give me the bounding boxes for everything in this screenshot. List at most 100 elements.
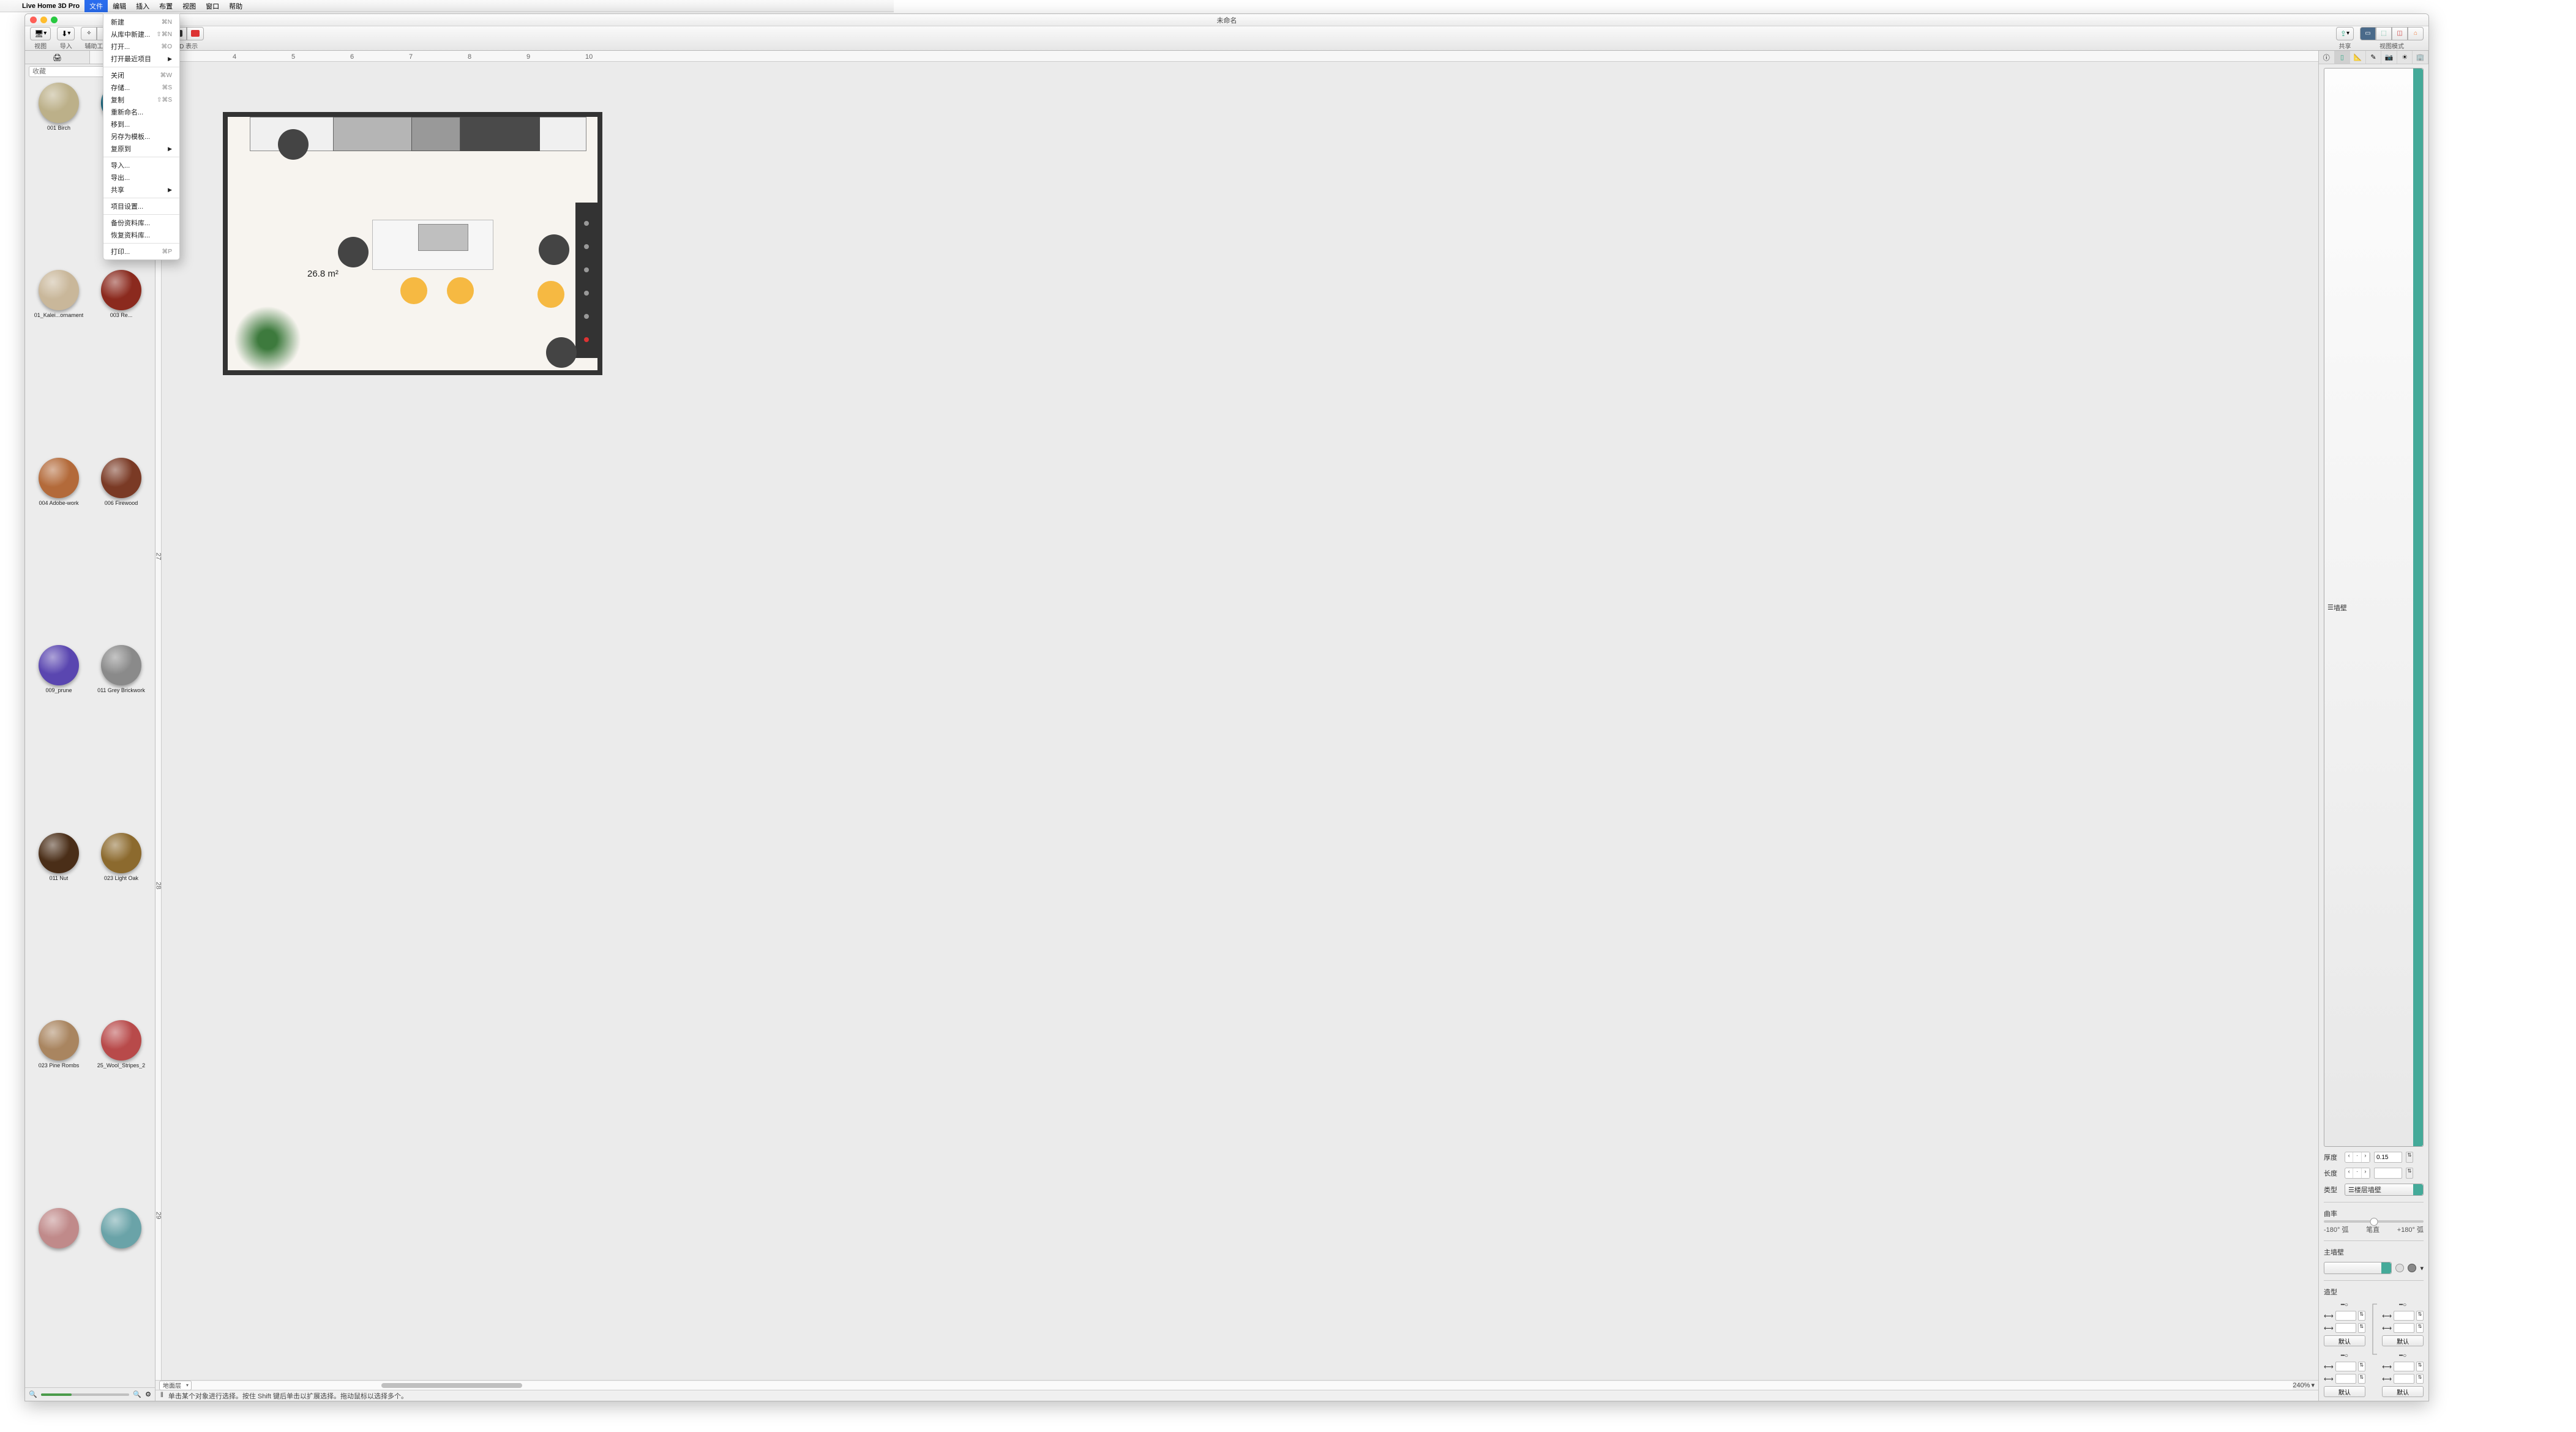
menu-item[interactable]: 导出... (103, 171, 179, 184)
length-stepper-mini[interactable]: ⇅ (2406, 1168, 2413, 1179)
sidebar-tab-library[interactable]: 🖨 (25, 51, 90, 64)
menu-item[interactable]: 关闭⌘W (103, 69, 179, 81)
shape-h1[interactable] (2335, 1323, 2356, 1333)
thumbnail-size-slider[interactable] (41, 1393, 130, 1396)
default-button-1[interactable]: 默认 (2324, 1335, 2365, 1346)
viewmode-2d[interactable]: ▭ (2360, 27, 2376, 40)
default-button-4[interactable]: 默认 (2382, 1386, 2424, 1397)
mini-stepper[interactable]: ⇅ (2416, 1374, 2424, 1384)
minimize-icon[interactable] (40, 17, 47, 23)
cabinet-hob[interactable] (411, 117, 460, 151)
menu-item[interactable]: 新建⌘N (103, 16, 179, 28)
thickness-input[interactable] (2374, 1152, 2402, 1163)
mini-stepper[interactable]: ⇅ (2416, 1362, 2424, 1371)
menu-item[interactable]: 另存为模板... (103, 130, 179, 143)
stool-dark[interactable] (338, 237, 369, 267)
material-item[interactable]: 01_Kalei...ornament (29, 270, 89, 453)
inspector-tab-light[interactable]: ☀ (2397, 51, 2413, 64)
inspector-tab-measure[interactable]: 📐 (2350, 51, 2366, 64)
material-item[interactable]: 004 Adobe-work (29, 458, 89, 641)
view-mode-button[interactable]: 🖥▾ (30, 27, 51, 40)
viewmode-3d[interactable]: ⬚ (2376, 27, 2392, 40)
shape-w3[interactable] (2335, 1362, 2356, 1371)
wall-type-select[interactable]: ☰ 墙壁 (2324, 68, 2424, 1147)
stool[interactable] (400, 277, 427, 304)
material-item[interactable]: 023 Light Oak (91, 833, 151, 1016)
mini-stepper[interactable]: ⇅ (2416, 1311, 2424, 1321)
mini-stepper[interactable]: ⇅ (2358, 1362, 2365, 1371)
menu-item[interactable]: 恢复资料库... (103, 229, 179, 241)
material-item[interactable]: 003 Re... (91, 270, 151, 453)
menu-item[interactable]: 复原到▶ (103, 143, 179, 155)
import-button[interactable]: ⬇▾ (57, 27, 75, 40)
status-handle-icon[interactable]: ⦀ (160, 1392, 163, 1400)
shape-top-left-icon[interactable]: ━○ (2324, 1302, 2365, 1308)
chevron-down-icon[interactable]: ▾ (2420, 1264, 2424, 1272)
material-item[interactable]: 011 Nut (29, 833, 89, 1016)
stool[interactable] (447, 277, 474, 304)
menu-item[interactable]: 存储...⌘S (103, 81, 179, 94)
sphere-a-icon[interactable] (2395, 1264, 2404, 1272)
menu-arrange[interactable]: 布置 (154, 0, 178, 12)
mini-stepper[interactable]: ⇅ (2358, 1374, 2365, 1384)
menu-item[interactable]: 移到... (103, 118, 179, 130)
inspector-tab-camera[interactable]: 📷 (2381, 51, 2397, 64)
zoom-dropdown-icon[interactable]: ▾ (2311, 1381, 2315, 1389)
zoom-in-icon[interactable]: 🔍 (133, 1390, 141, 1398)
zoom-out-icon[interactable]: 🔍 (29, 1390, 37, 1398)
length-input[interactable] (2374, 1168, 2402, 1179)
material-item[interactable] (91, 1208, 151, 1384)
cabinet-dark[interactable] (460, 117, 540, 151)
mini-stepper[interactable]: ⇅ (2358, 1323, 2365, 1333)
share-button[interactable]: ⇪▾ (2336, 27, 2354, 40)
menu-item[interactable]: 打开...⌘O (103, 40, 179, 53)
gear-icon[interactable]: ⚙ (145, 1390, 151, 1398)
shape-top-right-icon[interactable]: ━○ (2382, 1302, 2424, 1308)
material-item[interactable]: 011 Grey Brickwork (91, 645, 151, 829)
scroll-thumb[interactable] (381, 1383, 522, 1388)
material-item[interactable]: 023 Pine Rombs (29, 1020, 89, 1204)
curvature-slider[interactable] (2324, 1220, 2424, 1223)
shape-h3[interactable] (2335, 1374, 2356, 1384)
inspector-tab-edit[interactable]: ✎ (2366, 51, 2382, 64)
menu-item[interactable]: 重新命名... (103, 106, 179, 118)
aux-tool-1[interactable]: ✧ (81, 27, 97, 40)
tall-unit[interactable] (575, 203, 597, 358)
mini-stepper[interactable]: ⇅ (2358, 1311, 2365, 1321)
menu-item[interactable]: 项目设置... (103, 200, 179, 212)
stool-dark[interactable] (539, 234, 569, 265)
default-button-3[interactable]: 默认 (2324, 1386, 2365, 1397)
length-stepper[interactable]: ‹·› (2345, 1168, 2370, 1179)
close-icon[interactable] (30, 17, 37, 23)
menu-file[interactable]: 文件 (84, 0, 108, 12)
plant[interactable] (234, 306, 301, 373)
default-button-2[interactable]: 默认 (2382, 1335, 2424, 1346)
menu-item[interactable]: 打开最近项目▶ (103, 53, 179, 65)
wall-subtype-select[interactable]: ☰ 楼层墙壁 (2345, 1184, 2424, 1196)
room[interactable]: 26.8 m² (223, 112, 602, 375)
menu-item[interactable]: 复制⇧⌘S (103, 94, 179, 106)
menu-item[interactable]: 从库中新建...⇧⌘N (103, 28, 179, 40)
app-name[interactable]: Live Home 3D Pro (17, 2, 84, 10)
material-item[interactable]: 001 Birch (29, 83, 89, 266)
layer-select[interactable]: 地面层 (159, 1381, 192, 1390)
viewmode-walk[interactable]: ⌂ (2408, 27, 2424, 40)
viewmode-split[interactable]: ◫ (2392, 27, 2408, 40)
thickness-stepper-mini[interactable]: ⇅ (2406, 1152, 2413, 1163)
inspector-tab-building[interactable]: 🏢 (2413, 51, 2428, 64)
floorplan-canvas[interactable]: 26.8 m² (162, 62, 2318, 1380)
inspector-tab-wall[interactable]: ▯ (2335, 51, 2351, 64)
menu-item[interactable]: 导入... (103, 159, 179, 171)
menu-insert[interactable]: 插入 (131, 0, 154, 12)
shape-w2[interactable] (2394, 1311, 2414, 1321)
mini-stepper[interactable]: ⇅ (2416, 1323, 2424, 1333)
stool[interactable] (537, 281, 564, 308)
menu-window[interactable]: 窗口 (201, 0, 224, 12)
shape-bot-right-icon[interactable]: ━○ (2382, 1352, 2424, 1359)
menu-item[interactable]: 打印...⌘P (103, 245, 179, 258)
shape-w4[interactable] (2394, 1362, 2414, 1371)
fullscreen-icon[interactable] (51, 17, 58, 23)
menu-item[interactable]: 共享▶ (103, 184, 179, 196)
scrollbar-horizontal[interactable] (192, 1381, 2293, 1390)
menu-item[interactable]: 备份资料库... (103, 217, 179, 229)
